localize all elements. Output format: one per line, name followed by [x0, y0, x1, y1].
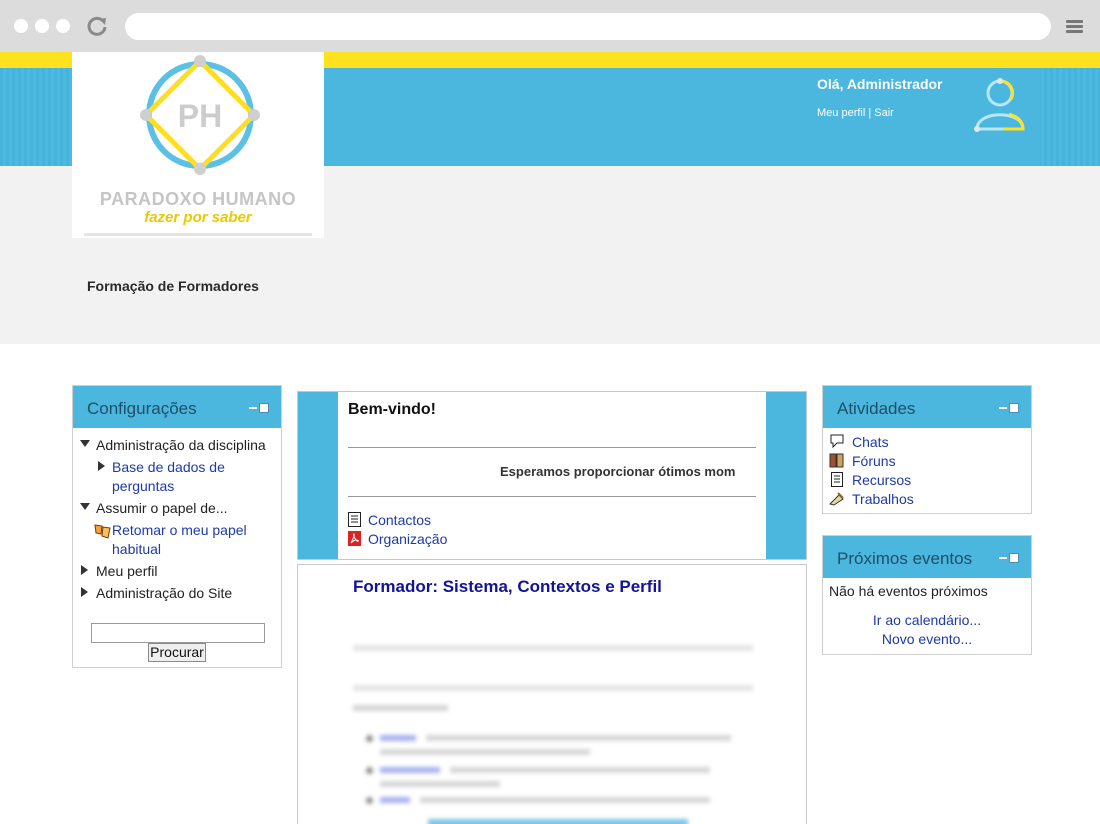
- tree-item-return-role-cont[interactable]: habitual: [112, 541, 161, 557]
- activity-resources[interactable]: Recursos: [829, 472, 911, 488]
- tree-item-return-role[interactable]: Retomar o meu papel: [112, 522, 247, 538]
- document-icon: [348, 512, 361, 527]
- logo-initials: PH: [178, 98, 222, 134]
- link-separator: |: [865, 107, 875, 119]
- collapsed-arrow-icon[interactable]: [81, 565, 88, 575]
- course-title: Formação de Formadores: [87, 278, 259, 294]
- settings-block-title: Configurações: [87, 399, 197, 418]
- logout-link[interactable]: Sair: [874, 107, 894, 119]
- paradoxo-humano-logo-icon: PH: [140, 55, 260, 175]
- welcome-block: Bem-vindo! Esperamos proporcionar ótimos…: [297, 391, 807, 560]
- activity-assignments[interactable]: Trabalhos: [829, 491, 914, 507]
- tree-item-question-bank-cont[interactable]: perguntas: [112, 478, 174, 494]
- tree-item-my-profile[interactable]: Meu perfil: [96, 563, 157, 579]
- tree-item-course-admin[interactable]: Administração da disciplina: [96, 437, 266, 453]
- new-event-link[interactable]: Novo evento...: [823, 631, 1031, 647]
- tree-item-switch-role[interactable]: Assumir o papel de...: [96, 500, 228, 516]
- user-avatar-icon[interactable]: [973, 76, 1027, 132]
- collapsed-arrow-icon[interactable]: [98, 461, 105, 471]
- welcome-title: Bem-vindo!: [348, 401, 436, 418]
- activity-chats[interactable]: Chats: [829, 434, 889, 450]
- expanded-arrow-icon[interactable]: [80, 503, 90, 510]
- tree-item-site-admin[interactable]: Administração do Site: [96, 585, 232, 601]
- activity-label[interactable]: Recursos: [852, 472, 911, 488]
- activities-block: Atividades Chats Fóruns Recursos Trabalh…: [822, 385, 1032, 514]
- logo-name: PARADOXO HUMANO: [99, 189, 297, 209]
- role-mask-icon: [94, 524, 111, 539]
- activities-block-title: Atividades: [837, 399, 916, 418]
- tree-item-question-bank[interactable]: Base de dados de: [112, 459, 225, 475]
- activity-label[interactable]: Fóruns: [852, 453, 896, 469]
- settings-block: Configurações Administração da disciplin…: [72, 385, 282, 668]
- welcome-content: Bem-vindo! Esperamos proporcionar ótimos…: [338, 392, 766, 559]
- pdf-icon: [348, 531, 361, 546]
- resource-organizacao[interactable]: Organização: [348, 531, 447, 547]
- search-button[interactable]: Procurar: [148, 643, 206, 662]
- chat-icon: [830, 434, 844, 449]
- collapsed-arrow-icon[interactable]: [81, 587, 88, 597]
- my-profile-link[interactable]: Meu perfil: [817, 107, 865, 119]
- blurred-section-content: [348, 643, 758, 824]
- profile-links: Meu perfil | Sair: [817, 107, 894, 119]
- window-dot-icon[interactable]: [35, 19, 49, 33]
- section-title[interactable]: Formador: Sistema, Contextos e Perfil: [353, 577, 662, 597]
- divider: [348, 447, 756, 448]
- browser-chrome: [0, 0, 1100, 52]
- resource-contactos[interactable]: Contactos: [348, 512, 431, 528]
- activity-forums[interactable]: Fóruns: [829, 453, 896, 469]
- forum-icon: [829, 453, 844, 468]
- reload-icon[interactable]: [86, 15, 108, 37]
- resource-icon: [831, 472, 843, 487]
- calendar-link[interactable]: Ir ao calendário...: [823, 612, 1031, 628]
- address-bar[interactable]: [125, 13, 1051, 40]
- assignment-icon: [829, 492, 844, 506]
- logo-divider: [84, 233, 312, 236]
- activity-label[interactable]: Trabalhos: [852, 491, 914, 507]
- expanded-arrow-icon[interactable]: [80, 440, 90, 447]
- user-greeting: Olá, Administrador: [817, 76, 943, 92]
- welcome-text: Esperamos proporcionar ótimos mom: [500, 464, 736, 479]
- browser-menu-icon[interactable]: [1066, 20, 1083, 34]
- course-section: Formador: Sistema, Contextos e Perfil: [297, 564, 807, 824]
- settings-block-header: Configurações: [73, 386, 281, 428]
- activities-block-header: Atividades: [823, 386, 1031, 428]
- no-events-text: Não há eventos próximos: [829, 583, 988, 599]
- block-collapse-icon[interactable]: [999, 553, 1019, 563]
- resource-label[interactable]: Contactos: [368, 512, 431, 528]
- upcoming-events-block: Próximos eventos Não há eventos próximos…: [822, 535, 1032, 655]
- block-collapse-icon[interactable]: [999, 403, 1019, 413]
- window-dot-icon[interactable]: [14, 19, 28, 33]
- activity-label[interactable]: Chats: [852, 434, 889, 450]
- window-dot-icon[interactable]: [56, 19, 70, 33]
- settings-search-input[interactable]: [91, 623, 265, 643]
- block-collapse-icon[interactable]: [249, 403, 269, 413]
- divider: [348, 496, 756, 497]
- resource-label[interactable]: Organização: [368, 531, 447, 547]
- events-block-title: Próximos eventos: [837, 549, 973, 568]
- events-block-header: Próximos eventos: [823, 536, 1031, 578]
- logo-slogan: fazer por saber: [144, 209, 252, 226]
